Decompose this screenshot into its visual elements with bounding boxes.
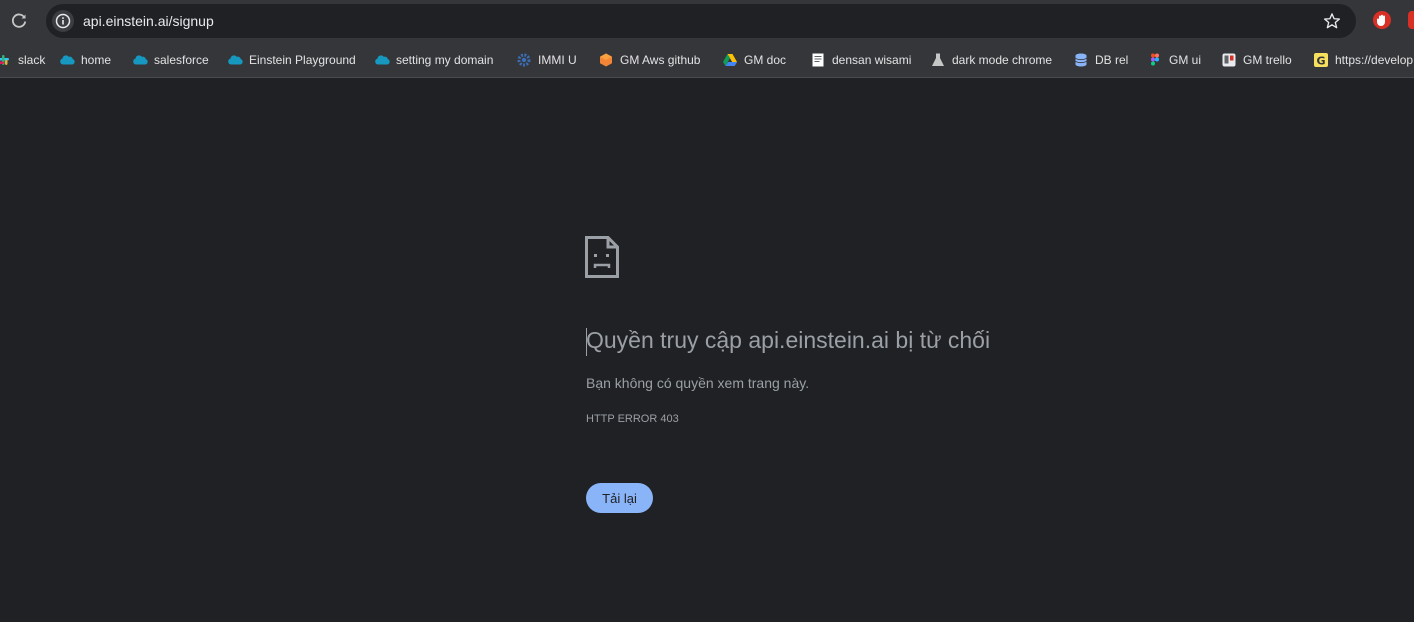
- bookmark-densan-wisami[interactable]: densan wisami: [810, 50, 911, 70]
- sad-page-icon: [585, 236, 619, 278]
- aws-cube-icon: [600, 53, 612, 67]
- bookmark-label: densan wisami: [832, 53, 912, 67]
- reload-icon[interactable]: [9, 11, 29, 31]
- slack-icon: [0, 55, 9, 65]
- bookmark-label: GM doc: [744, 53, 787, 67]
- bookmark-label: GM ui: [1169, 53, 1202, 67]
- bookmark-gm-doc[interactable]: GM doc: [722, 50, 786, 70]
- bookmark-slack[interactable]: slack: [0, 50, 45, 70]
- bookmark-home[interactable]: home: [59, 50, 111, 70]
- database-icon: [1075, 53, 1087, 67]
- bookmarks-bar: slack home salesforce Einstein Playgroun…: [0, 42, 1414, 78]
- bookmark-label: dark mode chrome: [952, 53, 1053, 67]
- bookmark-https-develop[interactable]: G https://develop: [1313, 50, 1413, 70]
- svg-text:G: G: [1316, 54, 1325, 67]
- bookmark-label: DB rel: [1095, 53, 1129, 67]
- bookmark-einstein-playground[interactable]: Einstein Playground: [227, 50, 356, 70]
- figma-icon: [1151, 53, 1159, 66]
- flask-icon: [932, 53, 944, 66]
- extension-adblock-icon[interactable]: [1373, 11, 1391, 29]
- bookmark-dark-mode-chrome[interactable]: dark mode chrome: [930, 50, 1052, 70]
- bookmark-label: IMMI U: [538, 53, 577, 67]
- error-page: Quyền truy cập api.einstein.ai bị từ chố…: [0, 79, 1414, 622]
- bookmark-gm-trello[interactable]: GM trello: [1221, 50, 1292, 70]
- bookmark-salesforce[interactable]: salesforce: [132, 50, 209, 70]
- error-title: Quyền truy cập api.einstein.ai bị từ chố…: [586, 327, 991, 353]
- bookmark-immi-u[interactable]: IMMI U: [516, 50, 577, 70]
- error-code: HTTP ERROR 403: [586, 413, 679, 425]
- bookmark-gm-aws-github[interactable]: GM Aws github: [598, 50, 700, 70]
- bookmark-label: GM Aws github: [620, 53, 701, 67]
- salesforce-cloud-icon: [375, 55, 390, 65]
- bookmark-label: slack: [18, 53, 46, 67]
- bookmark-label: GM trello: [1243, 53, 1292, 67]
- bookmark-label: setting my domain: [396, 53, 494, 67]
- bookmark-db-rel[interactable]: DB rel: [1073, 50, 1128, 70]
- browser-toolbar: api.einstein.ai/signup: [0, 0, 1414, 42]
- document-icon: [812, 53, 824, 67]
- bookmark-label: salesforce: [154, 53, 209, 67]
- bookmark-setting-my-domain[interactable]: setting my domain: [374, 50, 493, 70]
- error-message: Bạn không có quyền xem trang này.: [586, 375, 810, 391]
- bookmark-gm-ui[interactable]: GM ui: [1147, 50, 1201, 70]
- reload-button[interactable]: Tải lại: [586, 483, 653, 513]
- info-icon: [55, 13, 71, 29]
- gear-icon: [517, 53, 531, 67]
- trello-icon: [1222, 53, 1236, 67]
- salesforce-cloud-icon: [228, 55, 243, 65]
- bookmark-star-icon[interactable]: [1323, 12, 1341, 30]
- url-text[interactable]: api.einstein.ai/signup: [83, 13, 214, 29]
- salesforce-cloud-icon: [133, 55, 148, 65]
- bookmark-label: https://develop: [1335, 53, 1414, 67]
- google-drive-icon: [723, 54, 737, 66]
- address-bar[interactable]: api.einstein.ai/signup: [46, 4, 1356, 38]
- extension-shield-icon[interactable]: [1408, 11, 1414, 29]
- bookmark-label: Einstein Playground: [249, 53, 356, 67]
- site-info-button[interactable]: [52, 10, 74, 32]
- salesforce-cloud-icon: [60, 55, 75, 65]
- bookmark-label: home: [81, 53, 112, 67]
- g-icon: G: [1314, 53, 1328, 67]
